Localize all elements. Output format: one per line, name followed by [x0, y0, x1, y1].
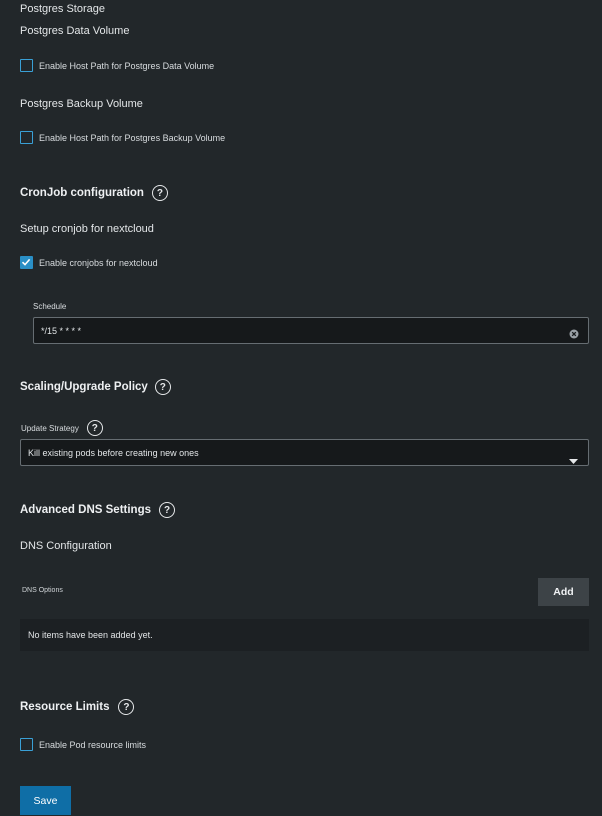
- scaling-help-icon[interactable]: ?: [154, 379, 171, 395]
- resources-heading-row: Resource Limits ?: [20, 699, 135, 715]
- backup-volume-hostpath-checkbox[interactable]: [20, 131, 33, 144]
- update-strategy-select[interactable]: Kill existing pods before creating new o…: [20, 439, 589, 466]
- checkmark-icon: [21, 258, 31, 266]
- data-volume-hostpath-label: Enable Host Path for Postgres Data Volum…: [39, 60, 215, 71]
- cronjob-heading-row: CronJob configuration ?: [20, 185, 168, 201]
- cronjob-enable-checkbox[interactable]: [20, 256, 33, 269]
- dns-options-label: DNS Options: [22, 587, 63, 594]
- dns-add-button[interactable]: Add: [538, 578, 589, 606]
- dns-empty-text: No items have been added yet.: [28, 630, 153, 640]
- cronjob-enable-row[interactable]: Enable cronjobs for nextcloud: [20, 256, 158, 269]
- data-volume-hostpath-checkbox[interactable]: [20, 59, 33, 72]
- data-volume-hostpath-row[interactable]: Enable Host Path for Postgres Data Volum…: [20, 59, 214, 72]
- cronjob-subtitle: Setup cronjob for nextcloud: [20, 223, 154, 235]
- scaling-heading-row: Scaling/Upgrade Policy ?: [20, 379, 171, 395]
- postgres-data-volume-title: Postgres Data Volume: [20, 25, 130, 37]
- dns-heading: Advanced DNS Settings: [20, 504, 151, 516]
- dns-help-icon[interactable]: ?: [159, 502, 175, 518]
- schedule-value: */15 * * * *: [41, 325, 82, 336]
- clear-icon[interactable]: [569, 326, 579, 344]
- update-strategy-label: Update Strategy: [21, 423, 79, 433]
- dns-heading-row: Advanced DNS Settings ?: [20, 502, 175, 518]
- resources-help-icon[interactable]: ?: [118, 699, 135, 715]
- cronjob-heading: CronJob configuration: [20, 187, 144, 199]
- resources-heading: Resource Limits: [20, 701, 110, 713]
- schedule-label: Schedule: [33, 302, 67, 311]
- update-strategy-label-row: Update Strategy ?: [21, 420, 103, 436]
- scaling-heading: Scaling/Upgrade Policy: [20, 381, 148, 393]
- cronjob-help-icon[interactable]: ?: [151, 185, 168, 201]
- dns-subtitle: DNS Configuration: [20, 540, 112, 552]
- postgres-backup-volume-title: Postgres Backup Volume: [20, 98, 143, 110]
- resource-limits-label: Enable Pod resource limits: [39, 739, 147, 750]
- update-strategy-help-icon[interactable]: ?: [86, 420, 103, 436]
- backup-volume-hostpath-row[interactable]: Enable Host Path for Postgres Backup Vol…: [20, 131, 225, 144]
- schedule-input[interactable]: */15 * * * *: [33, 317, 589, 344]
- dns-options-list: No items have been added yet.: [20, 619, 589, 651]
- cronjob-enable-label: Enable cronjobs for nextcloud: [39, 257, 158, 268]
- update-strategy-value: Kill existing pods before creating new o…: [28, 447, 199, 458]
- resource-limits-row[interactable]: Enable Pod resource limits: [20, 738, 146, 751]
- save-button[interactable]: Save: [20, 786, 71, 815]
- backup-volume-hostpath-label: Enable Host Path for Postgres Backup Vol…: [39, 132, 226, 143]
- caret-down-icon: [569, 451, 578, 469]
- postgres-storage-label: Postgres Storage: [20, 3, 105, 15]
- resource-limits-checkbox[interactable]: [20, 738, 33, 751]
